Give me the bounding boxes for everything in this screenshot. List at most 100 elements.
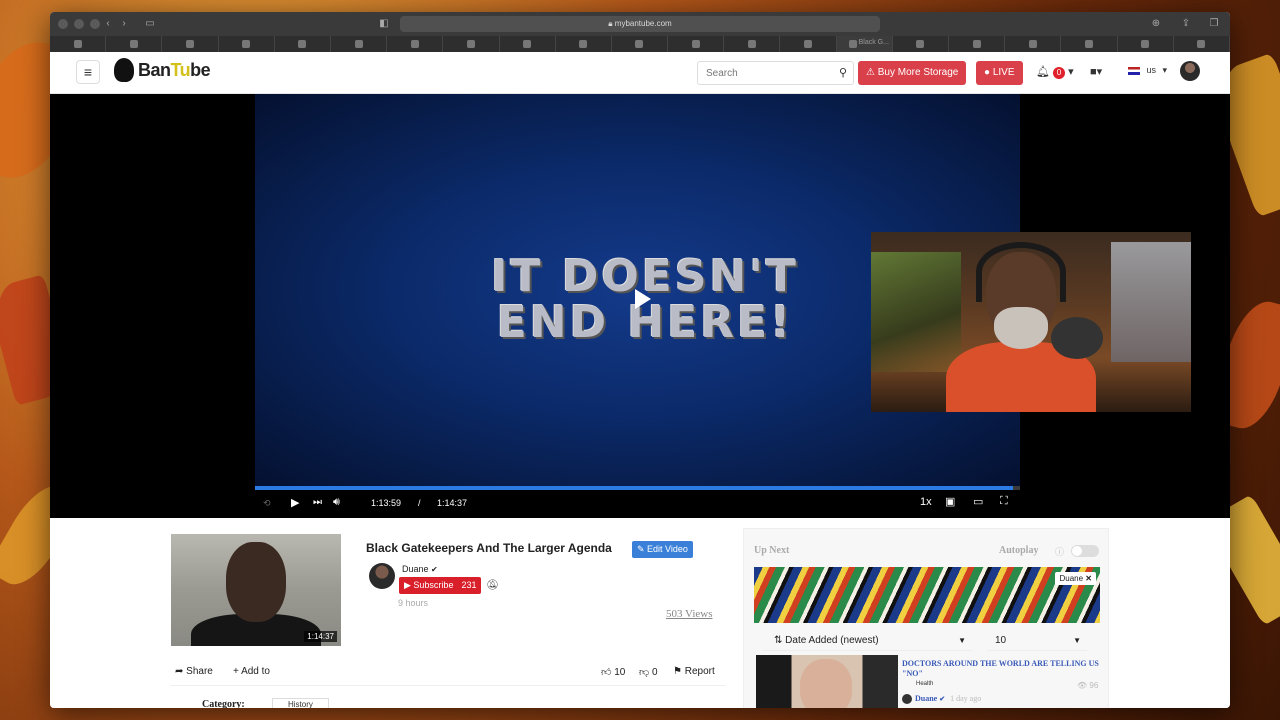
browser-tab[interactable]	[1118, 36, 1174, 52]
browser-tab[interactable]	[50, 36, 107, 52]
user-avatar[interactable]	[1180, 61, 1200, 81]
webcam-background-shelf	[871, 252, 961, 372]
banner-channel-tag[interactable]: Duane ✕	[1055, 572, 1096, 585]
browser-tab-active[interactable]: Black G...	[836, 36, 893, 52]
url-text: mybantube.com	[614, 19, 672, 28]
next-channel-avatar	[902, 694, 912, 705]
close-window-button[interactable]	[58, 19, 68, 29]
chevron-down-icon: ▼	[1073, 636, 1081, 645]
browser-tab[interactable]	[275, 36, 331, 52]
bell-icon: 🔔︎	[1036, 66, 1050, 78]
minimize-window-button[interactable]	[74, 19, 84, 29]
back-icon[interactable]: ‹	[102, 18, 114, 30]
edit-video-button[interactable]: ✎ Edit Video	[632, 541, 693, 558]
search-icon[interactable]: ⚲	[839, 66, 847, 79]
next-video-title[interactable]: DOCTORS AROUND THE WORLD ARE TELLING US …	[902, 659, 1102, 679]
posted-time: 9 hours	[398, 598, 429, 608]
next-video-channel[interactable]: Duane ✔ 1 day ago	[902, 694, 982, 705]
loop-icon[interactable]: ⟲	[263, 498, 271, 509]
browser-tab[interactable]	[162, 36, 219, 52]
fullscreen-icon[interactable]: ⛶	[1000, 495, 1008, 508]
category-value[interactable]: History	[272, 698, 329, 708]
browser-tab[interactable]	[387, 36, 444, 52]
maximize-window-button[interactable]	[90, 19, 100, 29]
video-thumbnail[interactable]: 1:14:37	[171, 534, 341, 646]
shield-icon[interactable]: ◧	[378, 18, 390, 30]
playback-speed-button[interactable]: 1x	[920, 496, 932, 508]
like-button[interactable]: 👍︎ 10	[601, 666, 625, 678]
autoplay-label: Autoplay	[999, 545, 1039, 556]
browser-tab[interactable]	[1174, 36, 1230, 52]
notification-badge: 0	[1053, 67, 1066, 79]
bell-off-icon[interactable]: 🔕︎	[486, 580, 499, 591]
report-button[interactable]: ⚑ Report	[673, 666, 715, 677]
add-to-button[interactable]: + Add to	[233, 666, 270, 677]
favicon-icon	[523, 40, 532, 48]
browser-tab[interactable]	[949, 36, 1006, 52]
count-dropdown[interactable]: 10 ▼	[987, 631, 1087, 651]
browser-tab[interactable]	[780, 36, 837, 52]
language-selector[interactable]: us ▾	[1128, 65, 1167, 76]
window-controls[interactable]	[58, 19, 100, 29]
browser-tab[interactable]	[331, 36, 388, 52]
favicon-icon	[354, 40, 363, 48]
channel-avatar[interactable]	[369, 563, 395, 589]
next-video-thumbnail[interactable]	[756, 655, 898, 708]
share-icon[interactable]: ⇪	[1180, 18, 1192, 30]
site-logo[interactable]: BanTube	[114, 58, 211, 82]
browser-tab[interactable]	[556, 36, 612, 52]
volume-icon[interactable]: 🔊︎	[333, 496, 340, 509]
thumbs-down-icon: 👎︎	[639, 667, 652, 678]
tabs-icon[interactable]: ❐	[1208, 18, 1220, 30]
dislike-button[interactable]: 👎︎ 0	[639, 666, 658, 678]
browser-tab[interactable]	[893, 36, 949, 52]
live-button[interactable]: ● LIVE	[976, 61, 1023, 85]
next-video-ago: 1 day ago	[950, 694, 982, 703]
share-button[interactable]: ➦ Share	[175, 666, 213, 677]
browser-tab[interactable]	[500, 36, 556, 52]
site-header: ≡ BanTube ⚲ ⚠ Buy More Storage ● LIVE 🔔︎…	[50, 52, 1230, 94]
browser-tab[interactable]	[106, 36, 163, 52]
browser-tab[interactable]	[612, 36, 669, 52]
browser-tab[interactable]	[724, 36, 781, 52]
favicon-icon	[73, 40, 82, 48]
sort-dropdown[interactable]: ⇅ Date Added (newest) ▼	[762, 631, 972, 651]
favicon-icon	[848, 40, 857, 48]
buy-storage-button[interactable]: ⚠ Buy More Storage	[858, 61, 967, 85]
video-player[interactable]: IT DOESN'T END HERE! ⟲ ▶ ⏭︎ 🔊︎ 1:13:59 /…	[50, 94, 1230, 518]
channel-banner[interactable]: Duane ✕	[754, 567, 1100, 623]
toggle-knob	[1072, 546, 1082, 556]
play-overlay-icon[interactable]	[635, 289, 651, 309]
address-bar[interactable]: 🔒︎ mybantube.com	[400, 16, 880, 32]
category-label: Category:	[202, 699, 245, 708]
verified-icon: ✔	[431, 565, 438, 574]
browser-tab[interactable]	[443, 36, 500, 52]
subscribe-button[interactable]: ▶ Subscribe 231	[399, 577, 482, 594]
autoplay-toggle[interactable]	[1071, 545, 1099, 557]
close-icon[interactable]: ✕	[1085, 574, 1092, 583]
sidebar-icon[interactable]: ▭	[144, 18, 156, 30]
logo-text: BanTube	[138, 59, 211, 80]
menu-icon[interactable]: ≡	[76, 60, 100, 84]
browser-tab[interactable]	[219, 36, 275, 52]
browser-tab[interactable]	[1005, 36, 1062, 52]
channel-name[interactable]: Duane ✔	[402, 564, 438, 574]
theater-mode-icon[interactable]: ▭	[973, 495, 983, 508]
favicon-icon	[916, 40, 925, 48]
forward-icon[interactable]: ›	[118, 18, 130, 30]
tab-strip: Black G...	[50, 36, 1230, 52]
browser-window: ‹ › ▭ ◧ 🔒︎ mybantube.com ⊕ ⇪ ❐ Black G..…	[50, 12, 1230, 708]
chevron-down-icon: ▾	[1162, 65, 1168, 75]
next-button[interactable]: ⏭︎	[313, 497, 322, 508]
browser-tab[interactable]	[1061, 36, 1118, 52]
browser-tab[interactable]	[668, 36, 725, 52]
chevron-down-icon: ▾	[1068, 66, 1074, 78]
search-box: ⚲	[697, 61, 854, 85]
notifications-button[interactable]: 🔔︎ 0 ▾	[1036, 65, 1074, 79]
search-input[interactable]	[698, 62, 818, 84]
play-button[interactable]: ▶	[291, 496, 299, 509]
download-icon[interactable]: ⊕	[1150, 18, 1162, 30]
picture-in-picture-icon[interactable]: ▣	[945, 495, 955, 508]
upload-video-button[interactable]: ■▾	[1090, 65, 1102, 78]
info-icon[interactable]: ⓘ	[1055, 545, 1064, 558]
